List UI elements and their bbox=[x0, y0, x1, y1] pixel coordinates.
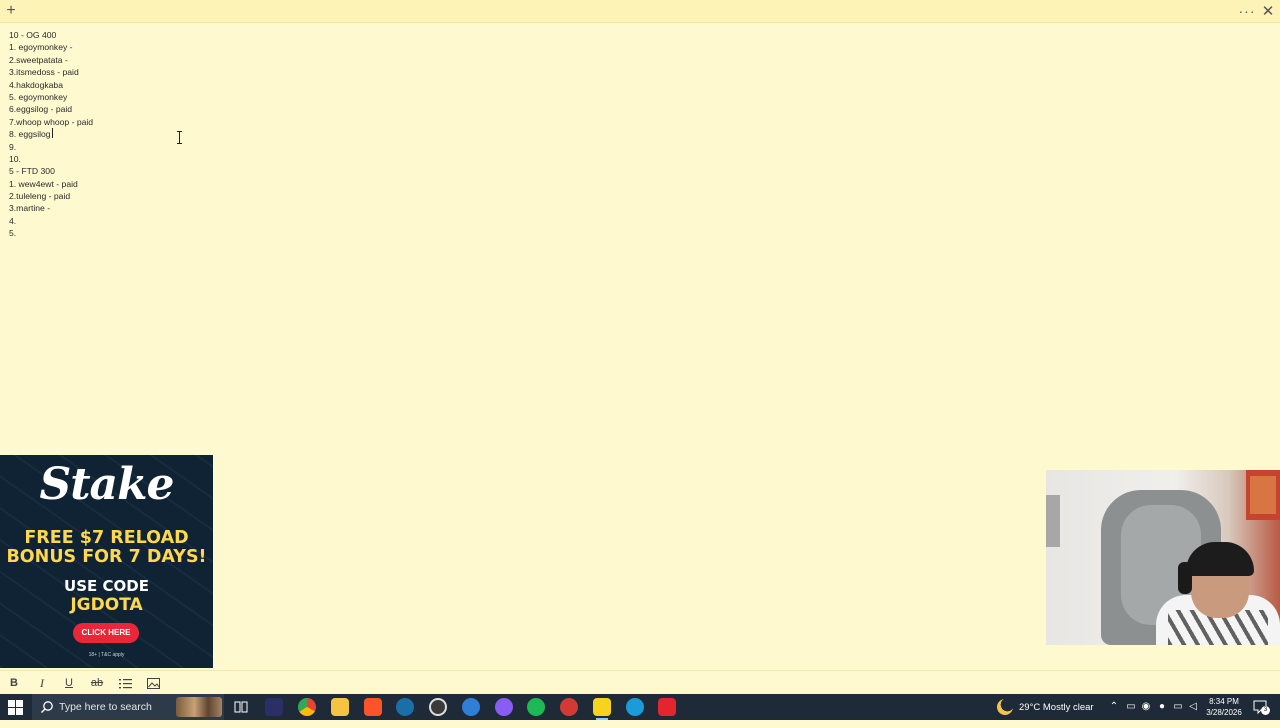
clock-time: 8:34 PM bbox=[1209, 697, 1239, 706]
ad-code-label: USE CODE bbox=[64, 577, 149, 595]
note-line[interactable]: 3.itsmedoss - paid bbox=[9, 66, 1109, 78]
stake-logo: Stake bbox=[39, 459, 174, 510]
bold-button[interactable]: B bbox=[5, 674, 23, 692]
acrobat-icon[interactable] bbox=[658, 698, 676, 716]
obs-icon[interactable] bbox=[429, 698, 447, 716]
messenger-icon[interactable] bbox=[495, 698, 513, 716]
note-line[interactable]: 1. egoymonkey - bbox=[9, 41, 1109, 53]
note-line[interactable]: 3.martine - bbox=[9, 202, 1109, 214]
network-app-icon[interactable]: ◉ bbox=[1140, 700, 1152, 713]
streamer-hair bbox=[1186, 542, 1254, 576]
windows-start-icon[interactable] bbox=[8, 700, 23, 715]
ad-terms: 18+ | T&C apply bbox=[88, 652, 125, 658]
note-line[interactable]: 2.tuleleng - paid bbox=[9, 190, 1109, 202]
note-title-bar: + ··· ✕ bbox=[0, 0, 1280, 23]
edge-icon[interactable] bbox=[626, 698, 644, 716]
clock-date: 3/28/2026 bbox=[1206, 708, 1242, 717]
search-icon bbox=[41, 701, 53, 713]
taskbar-search-box[interactable]: Type here to search bbox=[32, 694, 224, 720]
format-toolbar: B I U ab bbox=[0, 670, 1280, 695]
note-line[interactable]: 4. bbox=[9, 215, 1109, 227]
more-icon: ··· bbox=[1238, 3, 1256, 19]
image-icon bbox=[146, 677, 160, 689]
add-note-button[interactable]: + bbox=[2, 2, 20, 20]
note-line[interactable]: 5. egoymonkey bbox=[9, 91, 1109, 103]
spotify-icon[interactable] bbox=[527, 698, 545, 716]
list-icon bbox=[118, 678, 132, 688]
ad-headline: FREE $7 RELOAD BONUS FOR 7 DAYS! bbox=[0, 529, 213, 567]
volume-icon[interactable]: ◁ bbox=[1187, 700, 1199, 713]
note-line[interactable]: 4.hakdogkaba bbox=[9, 79, 1109, 91]
note-line[interactable]: 5. bbox=[9, 227, 1109, 239]
webcam-background-door bbox=[1046, 495, 1060, 547]
file-explorer-icon[interactable] bbox=[331, 698, 349, 716]
microphone-icon[interactable]: ● bbox=[1156, 700, 1168, 713]
taskbar-clock[interactable]: 8:34 PM 3/28/2026 bbox=[1200, 696, 1248, 718]
steam-icon[interactable] bbox=[396, 698, 414, 716]
ad-headline-line-1: FREE $7 RELOAD bbox=[24, 528, 189, 548]
plus-icon: + bbox=[6, 2, 16, 19]
italic-button[interactable]: I bbox=[33, 674, 51, 692]
search-highlight-image bbox=[176, 697, 222, 717]
taskbar: Type here to search 29°C Mostly clear ⌃ … bbox=[0, 694, 1280, 720]
notification-count-badge: 3 bbox=[1261, 706, 1270, 715]
search-placeholder: Type here to search bbox=[59, 701, 152, 713]
task-view-icon[interactable] bbox=[232, 698, 250, 716]
stake-advertisement[interactable]: Stake FREE $7 RELOAD BONUS FOR 7 DAYS! U… bbox=[0, 455, 213, 668]
note-line[interactable]: 5 - FTD 300 bbox=[9, 165, 1109, 177]
tablet-icon[interactable]: ▭ bbox=[1125, 700, 1137, 713]
text-cursor-icon bbox=[177, 131, 182, 144]
chevron-up-icon[interactable]: ⌃ bbox=[1108, 700, 1120, 713]
close-button[interactable]: ✕ bbox=[1259, 2, 1277, 20]
close-icon: ✕ bbox=[1261, 3, 1275, 20]
brave-icon[interactable] bbox=[364, 698, 382, 716]
note-line[interactable]: 9. bbox=[9, 141, 1109, 153]
menu-button[interactable]: ··· bbox=[1238, 2, 1256, 20]
note-line[interactable]: 7.whoop whoop - paid bbox=[9, 116, 1109, 128]
weather-moon-icon[interactable] bbox=[997, 699, 1013, 715]
visual-studio-icon[interactable] bbox=[265, 698, 283, 716]
webcam-feed bbox=[1046, 470, 1280, 645]
note-line[interactable]: 10 - OG 400 bbox=[9, 29, 1109, 41]
thunderbolt-app-icon[interactable] bbox=[462, 698, 480, 716]
strikethrough-button[interactable]: ab bbox=[88, 674, 106, 692]
note-text-area[interactable]: 10 - OG 400 1. egoymonkey - 2.sweetpatat… bbox=[9, 29, 1109, 240]
note-line[interactable]: 10. bbox=[9, 153, 1109, 165]
dota-icon[interactable] bbox=[560, 698, 578, 716]
webcam-background-poster-art bbox=[1250, 476, 1276, 514]
note-line[interactable]: 2.sweetpatata - bbox=[9, 54, 1109, 66]
note-line-text[interactable]: 8. eggsilog bbox=[9, 129, 53, 139]
ad-headline-line-2: BONUS FOR 7 DAYS! bbox=[6, 547, 207, 567]
underline-button[interactable]: U bbox=[60, 674, 78, 692]
chrome-icon[interactable] bbox=[298, 698, 316, 716]
ad-promo-code: JGDOTA bbox=[70, 595, 143, 615]
ad-click-here-button[interactable]: CLICK HERE bbox=[73, 623, 139, 643]
bullet-list-button[interactable] bbox=[116, 674, 134, 692]
note-line[interactable]: 1. wew4ewt - paid bbox=[9, 178, 1109, 190]
insert-image-button[interactable] bbox=[144, 674, 162, 692]
note-line: 8. eggsilog bbox=[9, 128, 1109, 140]
weather-text[interactable]: 29°C Mostly clear bbox=[1019, 702, 1094, 728]
note-line[interactable]: 6.eggsilog - paid bbox=[9, 103, 1109, 115]
display-icon[interactable]: ▭ bbox=[1172, 700, 1184, 713]
sticky-notes-icon[interactable] bbox=[593, 698, 611, 720]
headphones bbox=[1178, 562, 1192, 594]
